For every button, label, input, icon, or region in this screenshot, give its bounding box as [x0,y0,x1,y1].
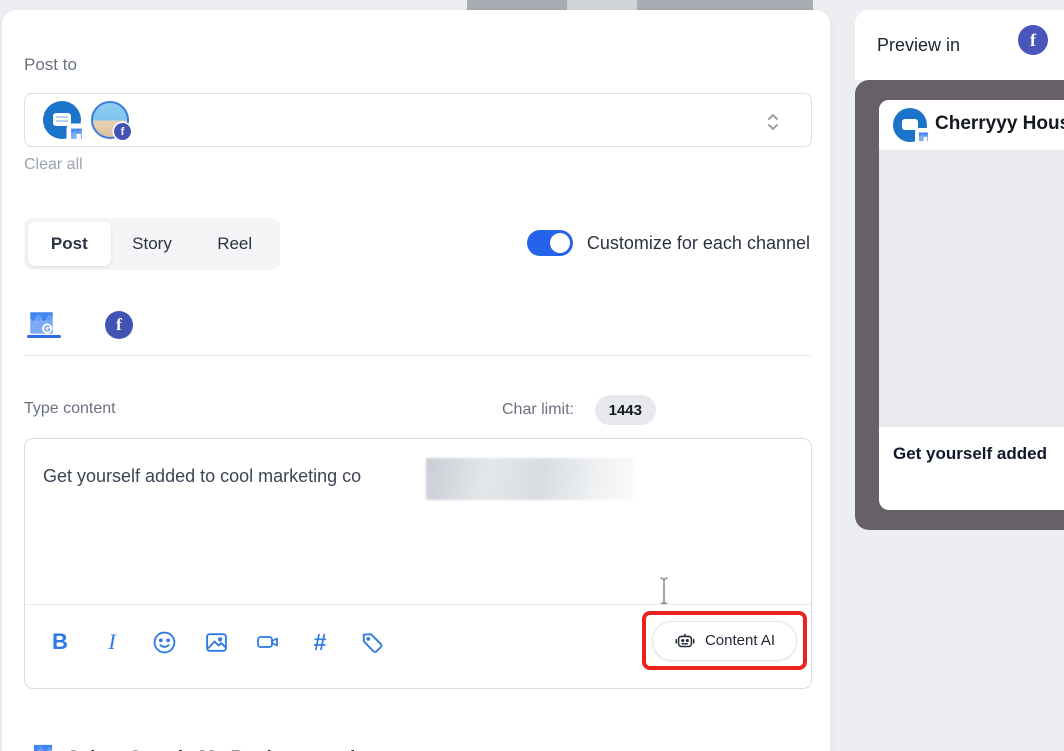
content-type-tabs: Post Story Reel [24,218,280,270]
smiley-icon [152,630,177,655]
storefront-glyph [53,113,71,126]
content-ai-button[interactable]: Content AI [652,621,797,661]
svg-text:G: G [44,325,50,334]
preview-header: Preview in f [855,10,1064,80]
channel-tabs: G f [24,306,812,356]
customize-toggle-label: Customize for each channel [587,233,810,254]
content-ai-annotation-box: Content AI [642,611,807,670]
google-my-business-badge-icon [916,129,931,144]
facebook-account-avatar[interactable]: f [91,101,129,139]
text-cursor-icon [658,576,670,606]
bold-button[interactable]: B [47,629,73,655]
facebook-icon: f [105,311,133,339]
google-my-business-icon [32,744,54,751]
video-camera-icon [255,630,281,654]
channel-tab-facebook[interactable]: f [105,311,133,339]
composer-panel: Post to f [2,10,830,751]
active-channel-underline [27,335,61,338]
image-icon [204,630,229,655]
post-content-editor[interactable]: Get yourself added to cool marketing co … [24,438,812,689]
preview-card-header: Cherryyy Hous [879,100,1064,150]
char-limit-badge: 1443 [595,395,656,425]
robot-icon [674,630,696,652]
redacted-text-blur [426,458,634,500]
google-my-business-icon: G [28,311,55,336]
toggle-knob [550,233,570,253]
type-content-label: Type content [24,400,116,418]
italic-button[interactable]: I [99,629,125,655]
customize-toggle[interactable] [527,230,573,256]
gmb-options-row[interactable]: Select Google My Business options [32,738,389,751]
google-my-business-badge-icon [68,125,85,142]
video-button[interactable] [255,630,281,654]
tab-reel[interactable]: Reel [193,222,276,266]
background-window-bar-highlight [567,0,637,10]
char-limit-label: Char limit: [502,401,574,419]
editor-toolbar: B I [47,617,385,667]
tag-icon [360,630,385,655]
account-select[interactable]: f [24,93,812,147]
preview-facebook-icon[interactable]: f [1018,25,1048,55]
tab-story[interactable]: Story [111,222,194,266]
gmb-options-label: Select Google My Business options [67,738,389,751]
preview-frame: Cherryyy Hous M Get yourself added [855,80,1064,530]
compose-post-screen: Post to f [0,0,1064,751]
tag-button[interactable] [359,630,385,655]
google-business-account-avatar[interactable] [43,101,81,139]
emoji-button[interactable] [151,630,177,655]
preview-image-placeholder: M [879,150,1064,427]
preview-title: Preview in [877,35,960,56]
channel-tab-google-my-business[interactable]: G [28,311,55,336]
chevron-up-down-icon[interactable] [765,111,781,133]
preview-account-name: Cherryyy Hous [935,113,1064,135]
tab-post[interactable]: Post [28,222,111,266]
hashtag-button[interactable]: # [307,629,333,656]
storefront-glyph [902,119,918,130]
post-content-text[interactable]: Get yourself added to cool marketing co [43,464,783,489]
customize-toggle-row: Customize for each channel [527,230,810,256]
content-ai-label: Content AI [705,632,775,649]
post-to-label: Post to [24,55,77,75]
background-window-bar [467,0,813,10]
facebook-badge-icon: f [114,123,131,140]
preview-caption: Get yourself added [879,427,1064,481]
preview-post-card: Cherryyy Hous M Get yourself added [879,100,1064,510]
preview-account-avatar [893,108,927,142]
clear-all-button[interactable]: Clear all [24,156,83,174]
toolbar-divider [25,604,811,605]
image-button[interactable] [203,630,229,655]
